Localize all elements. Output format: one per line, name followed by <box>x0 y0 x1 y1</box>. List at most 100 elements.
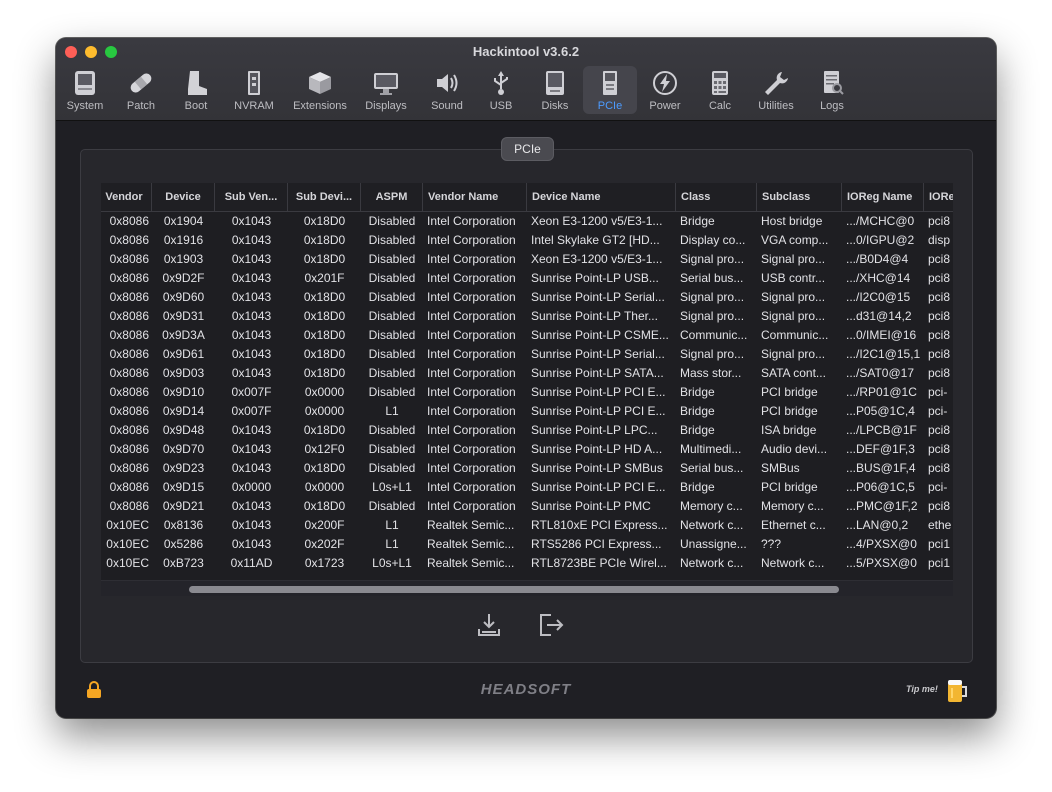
cell-ioreg-name: .../SAT0@17 <box>846 366 914 380</box>
cell-class: Signal pro... <box>680 309 745 323</box>
toolbar-item-displays[interactable]: Displays <box>358 66 414 114</box>
column-header-device[interactable]: Device <box>152 183 215 211</box>
toolbar-item-patch[interactable]: Patch <box>118 66 164 114</box>
cell-sub-vendor: 0x0000 <box>231 480 272 494</box>
cell-class: Signal pro... <box>680 252 745 266</box>
cell-ioreg-name: ...5/PXSX@0 <box>846 556 917 570</box>
cell-ioreg-path: pci1 <box>928 556 951 570</box>
toolbar-item-disks[interactable]: Disks <box>532 66 578 114</box>
cell-sub-device: 0x0000 <box>304 385 345 399</box>
bandage-icon <box>130 73 152 93</box>
table-row[interactable]: 0x8086 0x1903 0x1043 0x18D0 Disabled Intel Co… <box>101 250 953 269</box>
tip-beer-button[interactable] <box>945 676 969 704</box>
cell-sub-vendor: 0x1043 <box>231 309 272 323</box>
table-row[interactable]: 0x8086 0x9D21 0x1043 0x18D0 Disabled Intel Co… <box>101 497 953 516</box>
cell-class: Memory c... <box>680 499 743 513</box>
cell-vendor-name: Intel Corporation <box>427 233 516 247</box>
table-row[interactable]: 0x8086 0x9D03 0x1043 0x18D0 Disabled Intel Co… <box>101 364 953 383</box>
table-row[interactable]: 0x10EC 0x5286 0x1043 0x202F L1 Realtek Semic.… <box>101 535 953 554</box>
cell-ioreg-path: pci- <box>928 480 948 494</box>
table-row[interactable]: 0x10EC 0x8136 0x1043 0x200F L1 Realtek Semic.… <box>101 516 953 535</box>
cell-class: Serial bus... <box>680 461 744 475</box>
toolbar-item-boot[interactable]: Boot <box>174 66 218 114</box>
cell-device-name: Sunrise Point-LP Serial... <box>531 290 665 304</box>
cell-device: 0x9D14 <box>162 404 205 418</box>
cell-vendor-name: Intel Corporation <box>427 214 516 228</box>
table-row[interactable]: 0x8086 0x9D23 0x1043 0x18D0 Disabled Intel Co… <box>101 459 953 478</box>
cell-device-name: Sunrise Point-LP PCI E... <box>531 385 666 399</box>
toolbar-item-usb[interactable]: USB <box>480 66 522 114</box>
table-row[interactable]: 0x8086 0x1916 0x1043 0x18D0 Disabled Intel Co… <box>101 231 953 250</box>
cell-sub-device: 0x18D0 <box>303 347 346 361</box>
cell-sub-vendor: 0x1043 <box>231 290 272 304</box>
table-row[interactable]: 0x8086 0x9D61 0x1043 0x18D0 Disabled Intel Co… <box>101 345 953 364</box>
cell-sub-vendor: 0x007F <box>231 385 272 399</box>
cell-vendor: 0x8086 <box>109 252 149 266</box>
cell-device: 0x5286 <box>163 537 204 551</box>
export-button[interactable] <box>475 611 503 639</box>
cell-vendor: 0x8086 <box>109 499 149 513</box>
table-row[interactable]: 0x10EC 0xB723 0x11AD 0x1723 L0s+L1 Realtek Se… <box>101 554 953 573</box>
table-row[interactable]: 0x8086 0x9D60 0x1043 0x18D0 Disabled Intel Co… <box>101 288 953 307</box>
panel-tab-pcie[interactable]: PCIe <box>501 137 554 161</box>
toolbar-item-calc[interactable]: Calc <box>698 66 742 114</box>
column-header-aspm[interactable]: ASPM <box>361 183 423 211</box>
cell-device: 0x8136 <box>163 518 204 532</box>
horizontal-scrollbar[interactable] <box>101 580 953 596</box>
cell-class: Serial bus... <box>680 271 744 285</box>
cell-vendor: 0x8086 <box>109 290 149 304</box>
column-header-device-name[interactable]: Device Name <box>527 183 676 211</box>
table-row[interactable]: 0x8086 0x9D3A 0x1043 0x18D0 Disabled Intel Co… <box>101 326 953 345</box>
toolbar-item-system[interactable]: System <box>62 66 108 114</box>
cell-sub-device: 0x0000 <box>304 480 345 494</box>
cell-vendor-name: Intel Corporation <box>427 290 516 304</box>
cell-sub-vendor: 0x1043 <box>231 233 272 247</box>
column-header-vendor-name[interactable]: Vendor Name <box>423 183 527 211</box>
toolbar-item-utilities[interactable]: Utilities <box>750 66 802 114</box>
cell-ioreg-path: pci8 <box>928 214 951 228</box>
cell-subclass: SMBus <box>761 461 800 475</box>
table-row[interactable]: 0x8086 0x9D70 0x1043 0x12F0 Disabled Intel Co… <box>101 440 953 459</box>
cell-sub-device: 0x18D0 <box>303 499 346 513</box>
toolbar-item-sound[interactable]: Sound <box>424 66 470 114</box>
table-row[interactable]: 0x8086 0x9D48 0x1043 0x18D0 Disabled Intel Co… <box>101 421 953 440</box>
column-header-ioreg-path[interactable]: IORe <box>924 183 953 211</box>
table-row[interactable]: 0x8086 0x9D2F 0x1043 0x201F Disabled Intel Co… <box>101 269 953 288</box>
cell-sub-vendor: 0x1043 <box>231 271 272 285</box>
cell-vendor-name: Intel Corporation <box>427 442 516 456</box>
table-row[interactable]: 0x8086 0x9D10 0x007F 0x0000 Disabled Intel Co… <box>101 383 953 402</box>
table-row[interactable]: 0x8086 0x9D15 0x0000 0x0000 L0s+L1 Intel Corp… <box>101 478 953 497</box>
table-header: Vendor Device Sub Ven... Sub Devi... ASPM Ven… <box>101 183 953 212</box>
column-header-ioreg-name[interactable]: IOReg Name <box>842 183 924 211</box>
cell-subclass: Signal pro... <box>761 252 826 266</box>
column-header-sub-vendor[interactable]: Sub Ven... <box>215 183 288 211</box>
toolbar-item-nvram[interactable]: NVRAM <box>228 66 280 114</box>
column-header-sub-device[interactable]: Sub Devi... <box>288 183 361 211</box>
table-row[interactable]: 0x8086 0x9D31 0x1043 0x18D0 Disabled Intel Co… <box>101 307 953 326</box>
headsoft-logo: HEADSOFT <box>480 681 572 698</box>
table-row[interactable]: 0x8086 0x9D14 0x007F 0x0000 L1 Intel Corporat… <box>101 402 953 421</box>
horizontal-scrollbar-thumb[interactable] <box>189 586 839 593</box>
column-header-subclass[interactable]: Subclass <box>757 183 842 211</box>
cell-device-name: Sunrise Point-LP PCI E... <box>531 480 666 494</box>
toolbar-item-logs[interactable]: Logs <box>810 66 854 114</box>
cell-device: 0x9D70 <box>162 442 205 456</box>
toolbar-item-power[interactable]: Power <box>642 66 688 114</box>
cell-aspm: Disabled <box>368 442 416 456</box>
column-header-class[interactable]: Class <box>676 183 757 211</box>
cell-vendor: 0x8086 <box>109 233 149 247</box>
tip-label[interactable]: Tip me! <box>906 684 938 694</box>
exit-button[interactable] <box>537 611 565 639</box>
table-row[interactable]: 0x8086 0x1904 0x1043 0x18D0 Disabled Intel Co… <box>101 212 953 231</box>
column-header-vendor[interactable]: Vendor <box>101 183 152 211</box>
cell-device-name: RTL810xE PCI Express... <box>531 518 668 532</box>
toolbar-item-pcie[interactable]: PCIe <box>583 66 637 114</box>
cell-vendor: 0x8086 <box>109 461 149 475</box>
cell-class: Bridge <box>680 385 715 399</box>
cell-ioreg-name: .../MCHC@0 <box>846 214 915 228</box>
toolbar-item-extensions[interactable]: Extensions <box>288 66 352 114</box>
cell-device: 0x9D31 <box>162 309 205 323</box>
cell-sub-device: 0x18D0 <box>303 214 346 228</box>
cell-subclass: Signal pro... <box>761 290 826 304</box>
disk-icon <box>546 71 564 95</box>
